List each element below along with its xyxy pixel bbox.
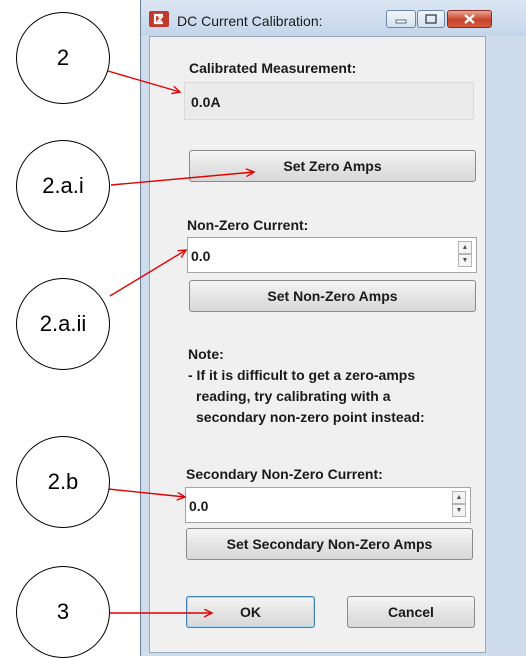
annotation-bubble: 2.a.ii [16, 278, 110, 370]
annotation-bubble: 3 [16, 566, 110, 658]
arrow-2-b [107, 488, 185, 497]
arrow-2-a-i [110, 172, 254, 186]
annotation-bubble: 2.b [16, 436, 110, 528]
arrow-2 [107, 70, 180, 92]
annotation-bubble: 2.a.i [16, 140, 110, 232]
arrow-2-a-ii [109, 250, 186, 297]
annotation-bubble: 2 [16, 12, 110, 104]
